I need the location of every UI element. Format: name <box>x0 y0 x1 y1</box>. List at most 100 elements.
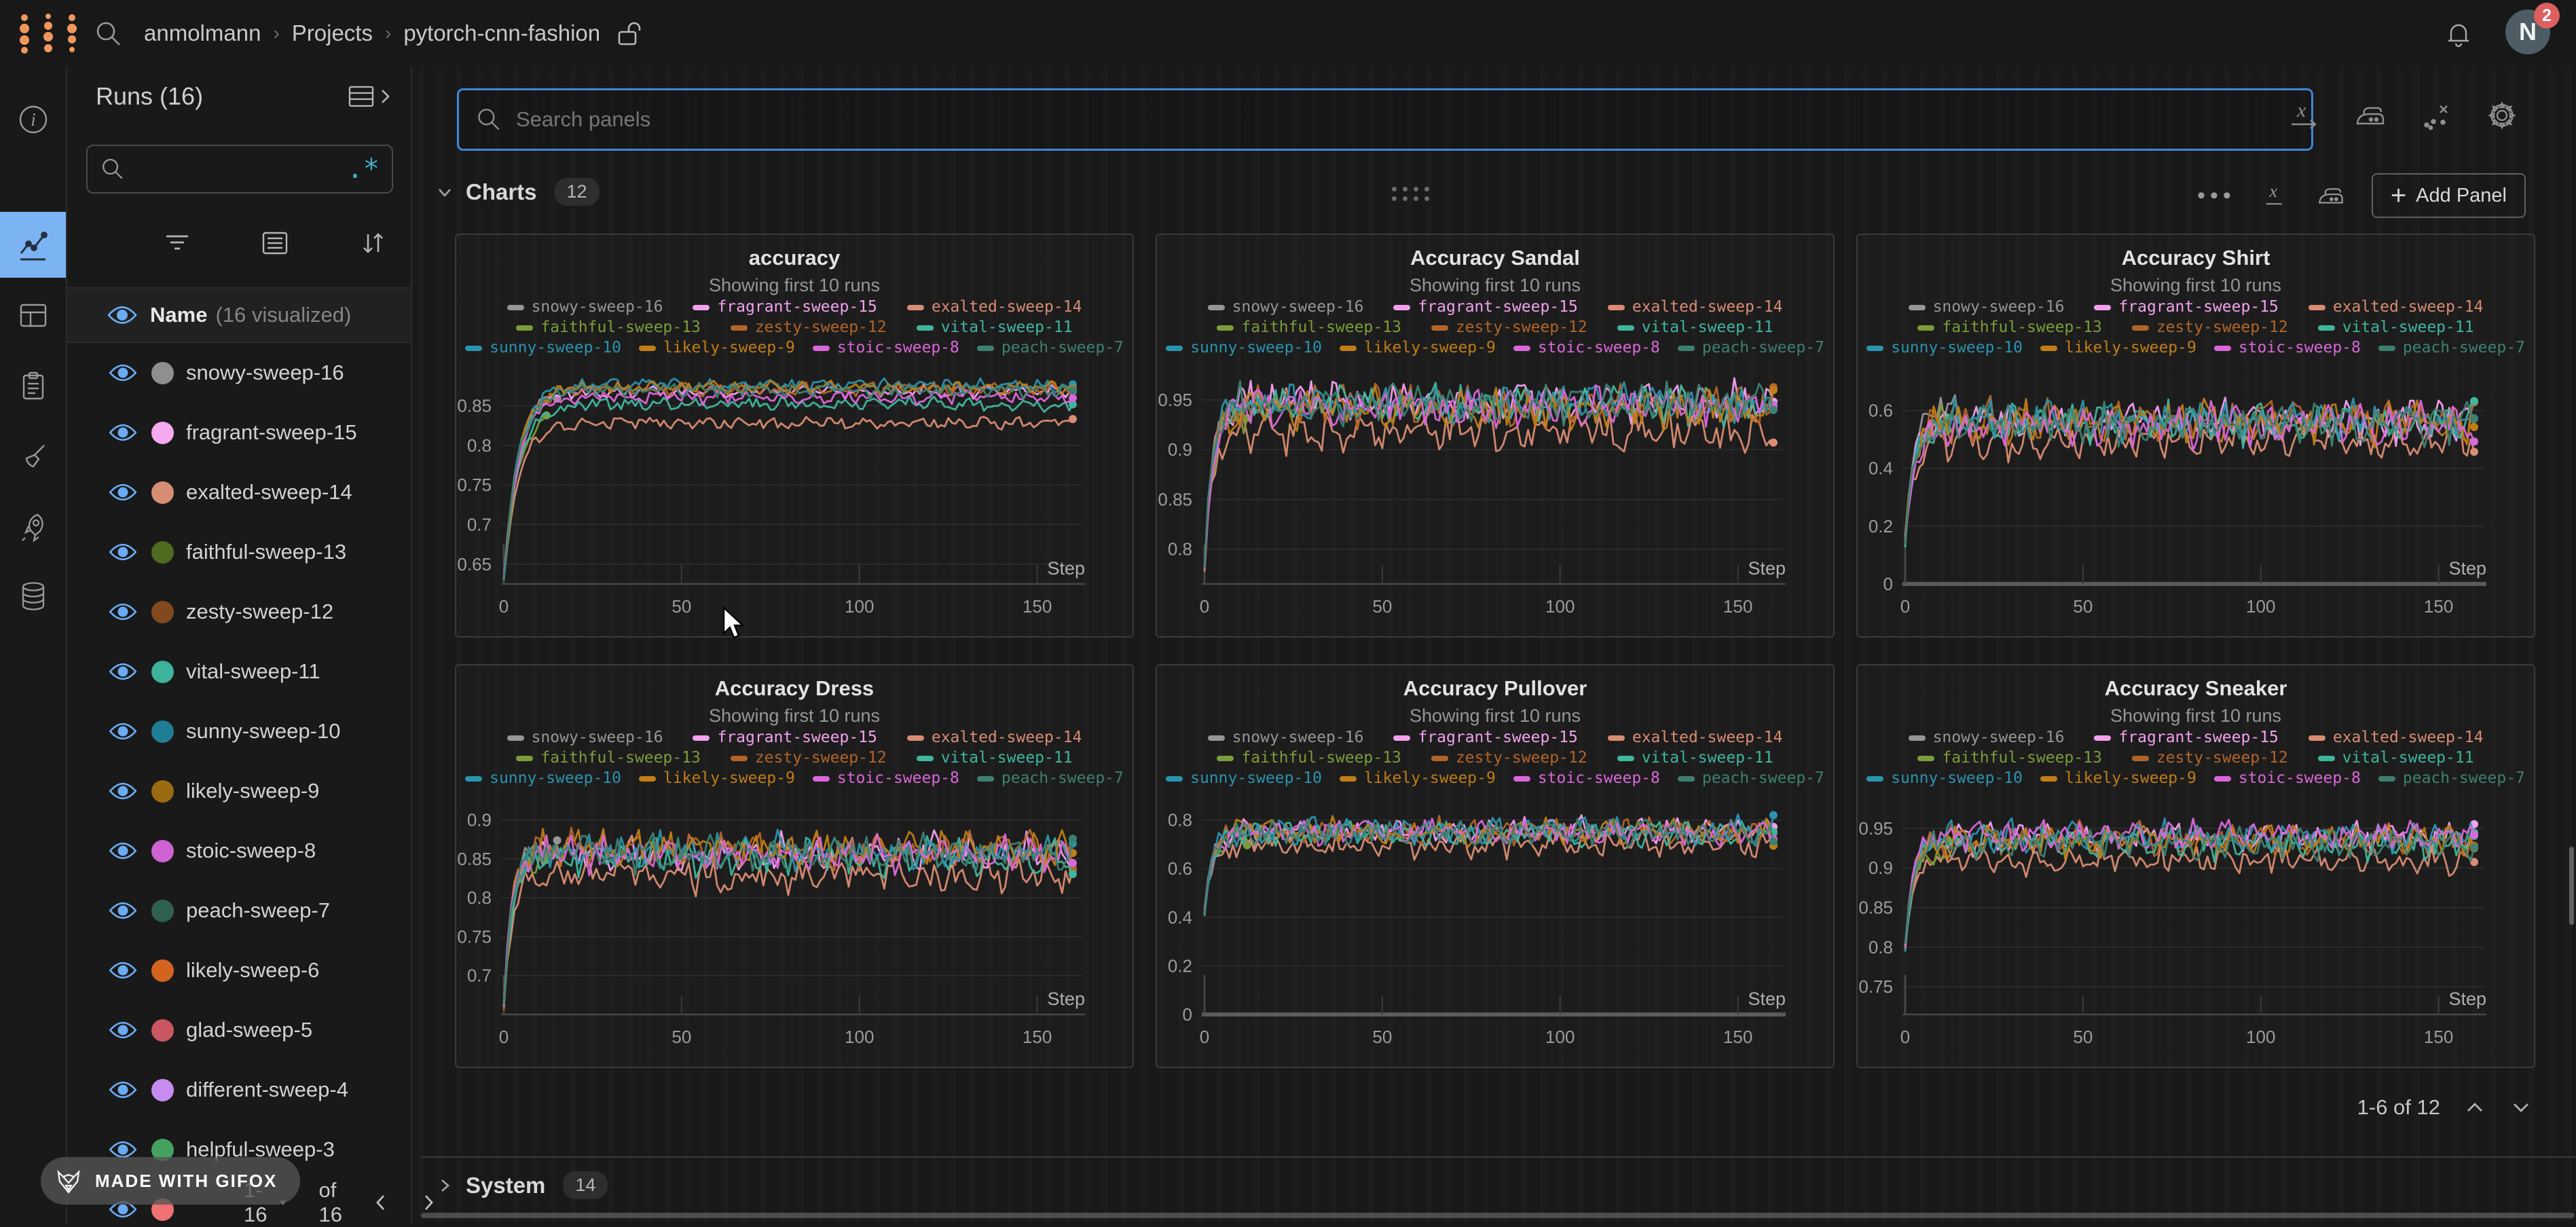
legend-item[interactable]: peach-sweep-7 <box>977 769 1124 788</box>
prev-page-icon[interactable] <box>372 1191 390 1214</box>
eye-icon[interactable] <box>108 900 138 921</box>
legend-item[interactable]: faithful-sweep-13 <box>516 749 700 767</box>
run-name[interactable]: likely-sweep-9 <box>186 779 319 803</box>
legend-item[interactable]: fragrant-sweep-15 <box>2094 298 2278 316</box>
info-icon[interactable]: i <box>0 86 66 152</box>
legend-item[interactable]: sunny-sweep-10 <box>1166 339 1322 357</box>
section-drag-handle[interactable] <box>1392 187 1435 206</box>
breadcrumb-projects[interactable]: Projects <box>292 20 373 46</box>
legend-item[interactable]: peach-sweep-7 <box>2378 769 2525 788</box>
filter-icon[interactable] <box>162 230 192 257</box>
run-row[interactable]: vital-sweep-11 <box>67 642 411 701</box>
charts-tab-icon[interactable] <box>0 212 66 278</box>
legend-item[interactable]: fragrant-sweep-15 <box>2094 729 2278 747</box>
legend-item[interactable]: faithful-sweep-13 <box>1917 749 2101 767</box>
legend-item[interactable]: likely-sweep-9 <box>2040 769 2196 788</box>
run-row[interactable]: snowy-sweep-16 <box>67 343 411 403</box>
chart-panel[interactable]: Accuracy DressShowing first 10 runssnowy… <box>455 664 1134 1068</box>
legend-item[interactable]: faithful-sweep-13 <box>1217 318 1401 337</box>
run-row[interactable]: sunny-sweep-10 <box>67 701 411 761</box>
legend-item[interactable]: exalted-sweep-14 <box>2308 298 2484 316</box>
breadcrumb-user[interactable]: anmolmann <box>144 20 261 46</box>
eye-icon[interactable] <box>108 542 138 562</box>
outlier-scatter-icon[interactable] <box>2420 99 2452 132</box>
search-icon[interactable] <box>94 19 124 49</box>
run-name[interactable]: snowy-sweep-16 <box>186 361 344 385</box>
chart-panel[interactable]: Accuracy PulloverShowing first 10 runssn… <box>1156 664 1835 1068</box>
run-row[interactable]: faithful-sweep-13 <box>67 522 411 582</box>
legend-item[interactable]: likely-sweep-9 <box>639 769 795 788</box>
legend-item[interactable]: fragrant-sweep-15 <box>693 298 877 316</box>
legend-item[interactable]: vital-sweep-11 <box>1617 749 1773 767</box>
run-row[interactable]: zesty-sweep-12 <box>67 582 411 642</box>
run-row[interactable]: stoic-sweep-8 <box>67 821 411 881</box>
run-row[interactable]: peach-sweep-7 <box>67 881 411 940</box>
eye-icon[interactable] <box>108 1080 138 1100</box>
eye-icon[interactable] <box>107 304 138 326</box>
run-name[interactable]: vital-sweep-11 <box>186 659 320 684</box>
legend-item[interactable]: likely-sweep-9 <box>1340 339 1496 357</box>
legend-item[interactable]: vital-sweep-11 <box>2318 749 2474 767</box>
runs-name-header[interactable]: Name (16 visualized) <box>67 287 411 343</box>
run-name[interactable]: zesty-sweep-12 <box>186 600 333 624</box>
x-axis-settings-icon[interactable]: x <box>2262 181 2290 210</box>
run-name[interactable]: faithful-sweep-13 <box>186 540 346 564</box>
legend-item[interactable]: faithful-sweep-13 <box>1917 318 2101 337</box>
legend-item[interactable]: exalted-sweep-14 <box>1608 729 1783 747</box>
eye-icon[interactable] <box>108 1020 138 1040</box>
group-list-icon[interactable] <box>260 230 290 257</box>
system-expand-chevron-icon[interactable] <box>435 1175 455 1196</box>
legend-item[interactable]: exalted-sweep-14 <box>907 298 1082 316</box>
legend-item[interactable]: vital-sweep-11 <box>1617 318 1773 337</box>
clipboard-icon[interactable] <box>0 352 66 418</box>
legend-item[interactable]: stoic-sweep-8 <box>1513 339 1660 357</box>
legend-item[interactable]: snowy-sweep-16 <box>1208 729 1364 747</box>
legend-item[interactable]: sunny-sweep-10 <box>1866 769 2023 788</box>
run-name[interactable]: likely-sweep-6 <box>186 958 319 983</box>
legend-item[interactable]: fragrant-sweep-15 <box>1393 298 1577 316</box>
eye-icon[interactable] <box>108 422 138 443</box>
run-name[interactable]: glad-sweep-5 <box>186 1018 312 1042</box>
legend-item[interactable]: exalted-sweep-14 <box>2308 729 2484 747</box>
more-options-icon[interactable]: ••• <box>2197 183 2236 209</box>
notifications-bell-icon[interactable] <box>2443 18 2474 49</box>
legend-item[interactable]: snowy-sweep-16 <box>507 298 663 316</box>
settings-gear-icon[interactable] <box>2485 98 2519 132</box>
wandb-logo-icon[interactable] <box>18 12 83 54</box>
legend-item[interactable]: faithful-sweep-13 <box>1217 749 1401 767</box>
legend-item[interactable]: snowy-sweep-16 <box>507 729 663 747</box>
charts-collapse-chevron-icon[interactable] <box>435 182 455 202</box>
smoothing-iron-icon[interactable] <box>2353 99 2387 132</box>
legend-item[interactable]: snowy-sweep-16 <box>1909 729 2065 747</box>
legend-item[interactable]: zesty-sweep-12 <box>2132 318 2288 337</box>
panel-search-input[interactable] <box>515 107 2295 132</box>
run-row[interactable]: glad-sweep-5 <box>67 1000 411 1060</box>
run-name[interactable]: sunny-sweep-10 <box>186 719 340 744</box>
legend-item[interactable]: stoic-sweep-8 <box>2214 339 2361 357</box>
run-name[interactable]: fragrant-sweep-15 <box>186 420 357 445</box>
run-search-box[interactable]: .* <box>86 145 393 194</box>
charts-next-page-icon[interactable] <box>2509 1099 2533 1116</box>
legend-item[interactable]: sunny-sweep-10 <box>465 769 621 788</box>
legend-item[interactable]: snowy-sweep-16 <box>1909 298 2065 316</box>
eye-icon[interactable] <box>108 721 138 741</box>
legend-item[interactable]: zesty-sweep-12 <box>731 318 887 337</box>
system-section-label[interactable]: System <box>466 1173 545 1198</box>
legend-item[interactable]: likely-sweep-9 <box>639 339 795 357</box>
legend-item[interactable]: vital-sweep-11 <box>917 749 1073 767</box>
chart-panel[interactable]: accuracyShowing first 10 runssnowy-sweep… <box>455 234 1134 638</box>
eye-icon[interactable] <box>108 841 138 861</box>
table-icon[interactable] <box>0 282 66 348</box>
legend-item[interactable]: sunny-sweep-10 <box>1166 769 1322 788</box>
rocket-icon[interactable] <box>0 494 66 560</box>
chart-panel[interactable]: Accuracy SandalShowing first 10 runssnow… <box>1156 234 1835 638</box>
legend-item[interactable]: sunny-sweep-10 <box>1866 339 2023 357</box>
run-name[interactable]: different-sweep-4 <box>186 1078 348 1102</box>
chart-panel[interactable]: Accuracy SneakerShowing first 10 runssno… <box>1856 664 2535 1068</box>
eye-icon[interactable] <box>108 363 138 383</box>
run-row[interactable]: different-sweep-4 <box>67 1060 411 1120</box>
vertical-scrollbar-thumb[interactable] <box>2569 847 2574 925</box>
smoothing-iron-icon[interactable] <box>2316 181 2346 210</box>
broom-icon[interactable] <box>0 424 66 490</box>
legend-item[interactable]: vital-sweep-11 <box>2318 318 2474 337</box>
